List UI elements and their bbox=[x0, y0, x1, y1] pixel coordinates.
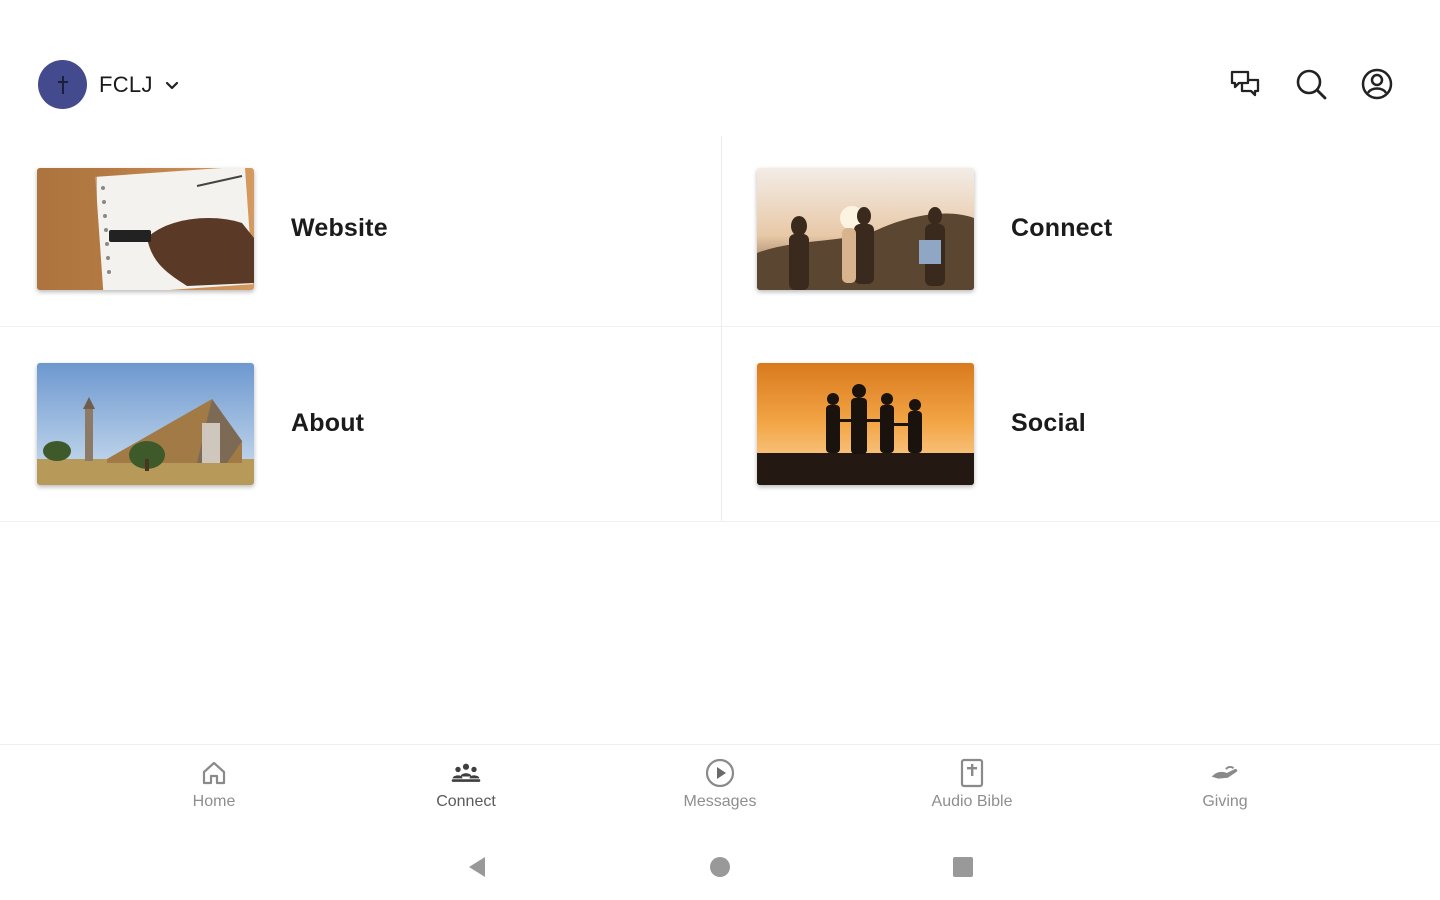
nav-giving[interactable]: Giving bbox=[1145, 757, 1305, 811]
tile-website[interactable]: Website bbox=[0, 136, 720, 329]
cross-icon bbox=[57, 75, 68, 94]
org-name: FCLJ bbox=[99, 71, 153, 97]
nav-home[interactable]: Home bbox=[134, 757, 294, 811]
people-icon bbox=[450, 757, 482, 789]
notebook-writing-photo bbox=[37, 168, 254, 290]
home-circle-icon[interactable] bbox=[705, 852, 735, 882]
tile-label: About bbox=[291, 409, 365, 437]
nav-messages[interactable]: Messages bbox=[640, 757, 800, 811]
tile-label: Social bbox=[1011, 409, 1086, 437]
friends-sunset-photo bbox=[757, 168, 974, 290]
tile-label: Connect bbox=[1011, 214, 1113, 242]
bible-icon bbox=[956, 757, 988, 789]
tile-social[interactable]: Social bbox=[720, 331, 1440, 524]
home-icon bbox=[198, 757, 230, 789]
nav-label: Home bbox=[192, 793, 236, 810]
nav-label: Messages bbox=[683, 793, 757, 810]
nav-label: Giving bbox=[1202, 793, 1248, 810]
account-icon[interactable] bbox=[1359, 66, 1395, 102]
bottom-nav: Home Connect Messages Audio Bible Giving bbox=[0, 744, 1440, 831]
app-header: FCLJ bbox=[0, 0, 1440, 130]
search-icon[interactable] bbox=[1293, 66, 1329, 102]
org-logo bbox=[38, 60, 87, 109]
org-switcher[interactable]: FCLJ bbox=[38, 60, 181, 109]
nav-audio-bible[interactable]: Audio Bible bbox=[892, 757, 1052, 811]
family-silhouette-sunset-photo bbox=[757, 363, 974, 485]
nav-connect[interactable]: Connect bbox=[386, 757, 546, 811]
play-circle-icon bbox=[704, 757, 736, 789]
nav-label: Audio Bible bbox=[931, 793, 1013, 810]
church-building-photo bbox=[37, 363, 254, 485]
tile-label: Website bbox=[291, 214, 388, 242]
system-nav-bar bbox=[0, 840, 1440, 900]
content-grid: Website Connect About Social bbox=[0, 136, 1440, 522]
tile-about[interactable]: About bbox=[0, 331, 720, 524]
giving-hand-icon bbox=[1209, 757, 1241, 789]
nav-label: Connect bbox=[436, 793, 496, 810]
recents-square-icon[interactable] bbox=[948, 852, 978, 882]
chevron-down-icon bbox=[163, 76, 181, 94]
back-icon[interactable] bbox=[462, 852, 492, 882]
tile-connect[interactable]: Connect bbox=[720, 136, 1440, 329]
chat-icon[interactable] bbox=[1227, 66, 1263, 102]
